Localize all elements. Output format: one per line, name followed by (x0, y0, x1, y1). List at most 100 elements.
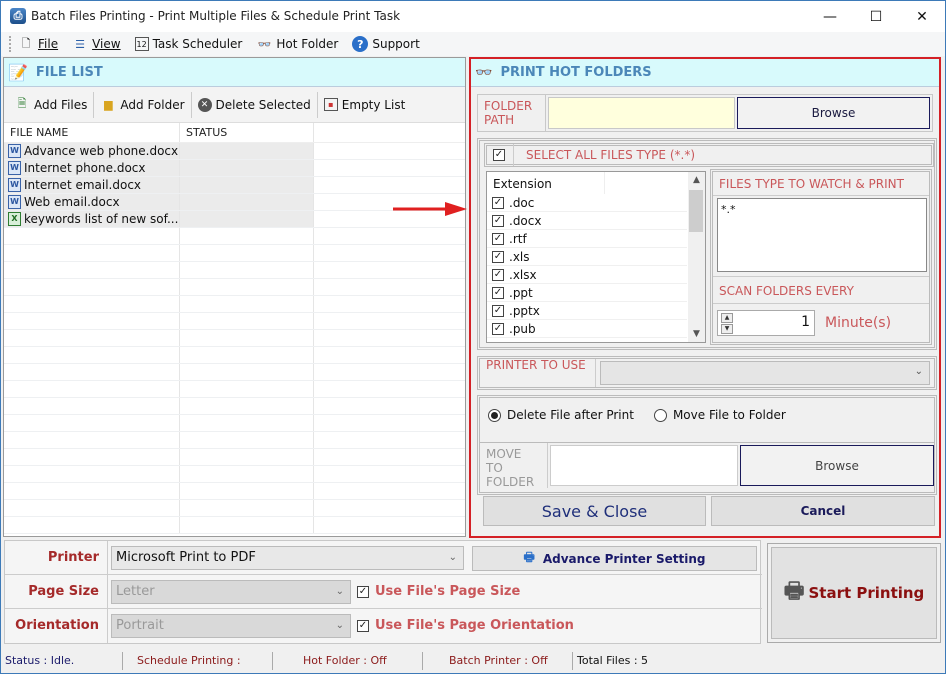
menu-task-scheduler[interactable]: 12 Task Scheduler (134, 37, 242, 51)
empty-list-button[interactable]: ▪ Empty List (318, 92, 412, 118)
menu-file[interactable]: 🗋 File (18, 36, 59, 52)
status-text: Status : Idle. (1, 652, 123, 670)
table-row[interactable]: W Advance web phone.docx (4, 143, 465, 160)
scan-interval-spinner[interactable]: ▲ ▼ 1 (717, 310, 815, 336)
file-status (180, 160, 314, 176)
delete-selected-button[interactable]: ✕ Delete Selected (192, 91, 318, 118)
cancel-button[interactable]: Cancel (711, 496, 935, 526)
extension-item[interactable]: ✓ .ppt (487, 284, 687, 302)
grid-header: FILE NAME STATUS (4, 123, 465, 143)
extension-item[interactable]: ✓ .xlsx (487, 266, 687, 284)
use-file-page-size[interactable]: ✓ Use File's Page Size (357, 584, 520, 599)
page-size-select[interactable]: Letter ⌄ (111, 580, 351, 604)
watch-types-textarea[interactable]: *.* (717, 198, 927, 272)
add-folder-button[interactable]: ▆ Add Folder (94, 91, 192, 118)
advance-printer-setting-button[interactable]: 🖶 Advance Printer Setting (472, 546, 757, 571)
printer-select[interactable]: Microsoft Print to PDF ⌄ (111, 546, 464, 570)
close-button[interactable]: ✕ (899, 1, 945, 32)
scroll-thumb[interactable] (689, 190, 703, 232)
excel-file-icon: X (8, 212, 21, 226)
extension-item[interactable]: ✓ .docx (487, 212, 687, 230)
extension-label: .doc (509, 195, 535, 210)
minimize-button[interactable]: — (807, 1, 853, 32)
start-printing-button[interactable]: 🖶 Start Printing (767, 543, 941, 643)
extension-checkbox[interactable]: ✓ (492, 304, 504, 317)
word-file-icon: W (8, 195, 21, 209)
move-to-folder-radio[interactable] (653, 408, 667, 422)
printer-icon: 🖶 (523, 550, 535, 564)
calendar-icon: 12 (134, 37, 149, 51)
file-list-toolbar: 🗎 Add Files ▆ Add Folder ✕ Delete Select… (4, 87, 465, 123)
move-to-folder-label[interactable]: Move File to Folder (673, 408, 786, 422)
table-row[interactable]: W Internet phone.docx (4, 160, 465, 177)
extension-checkbox[interactable]: ✓ (492, 268, 504, 281)
scroll-up-icon[interactable]: ▲ (688, 172, 705, 188)
delete-after-print-radio[interactable] (488, 408, 501, 422)
chevron-down-icon: ⌄ (914, 366, 923, 377)
move-to-folder-field-label: MOVE TO FOLDER (480, 443, 548, 489)
use-page-size-checkbox[interactable]: ✓ (357, 585, 369, 598)
table-row (4, 313, 465, 330)
table-row (4, 483, 465, 500)
word-file-icon: W (8, 178, 21, 192)
select-all-checkbox[interactable]: ✓ (493, 149, 505, 161)
save-close-button[interactable]: Save & Close (483, 496, 706, 526)
extension-label: .xls (509, 249, 530, 264)
spin-down-icon[interactable]: ▼ (721, 324, 733, 334)
extension-checkbox[interactable]: ✓ (492, 250, 504, 263)
file-grid[interactable]: FILE NAME STATUS W Advance web phone.docx… (4, 123, 465, 534)
extension-scrollbar[interactable]: ▲ ▼ (688, 172, 705, 342)
table-row (4, 296, 465, 313)
extension-checkbox[interactable]: ✓ (492, 196, 504, 209)
delete-after-print-label[interactable]: Delete File after Print (507, 408, 634, 422)
folder-path-input[interactable] (548, 97, 735, 129)
extension-checkbox[interactable]: ✓ (492, 322, 504, 335)
schedule-status: Schedule Printing : Off (123, 652, 273, 674)
menu-view[interactable]: ☰ View (72, 36, 120, 52)
add-files-button[interactable]: 🗎 Add Files (8, 91, 95, 118)
extension-item[interactable]: ✓ .xls (487, 248, 687, 266)
maximize-button[interactable]: ☐ (853, 1, 899, 32)
notepad-icon: 📝 (8, 62, 28, 82)
menu-hot-folder[interactable]: 👓 Hot Folder (256, 36, 339, 52)
use-orientation-checkbox[interactable]: ✓ (357, 619, 369, 632)
spin-up-icon[interactable]: ▲ (721, 313, 733, 323)
table-row (4, 449, 465, 466)
file-list-panel: 📝 FILE LIST 🗎 Add Files ▆ Add Folder ✕ D… (3, 57, 466, 537)
move-to-folder-input[interactable] (550, 445, 738, 486)
table-row (4, 262, 465, 279)
printer-to-use-select[interactable]: ⌄ (600, 361, 930, 385)
printer-gear-icon: 🖶 (783, 579, 805, 604)
table-row (4, 500, 465, 517)
folder-browse-button[interactable]: Browse (737, 97, 930, 129)
extension-checkbox[interactable]: ✓ (492, 214, 504, 227)
delete-icon: ✕ (197, 97, 212, 112)
after-print-options: Delete File after Print Move File to Fol… (477, 395, 937, 495)
glasses-icon: 👓 (475, 64, 493, 81)
file-name: Internet email.docx (24, 178, 142, 192)
app-window: ⎙ Batch Files Printing - Print Multiple … (0, 0, 946, 674)
column-file-name[interactable]: FILE NAME (4, 123, 180, 142)
move-to-folder-row: MOVE TO FOLDER Browse (480, 442, 934, 489)
extension-list[interactable]: Extension ✓ .doc ✓ .docx ✓ .rtf ✓ .xls ✓ .xlsx ✓ .p… (486, 171, 706, 343)
extension-checkbox[interactable]: ✓ (492, 286, 504, 299)
chevron-down-icon: ⌄ (335, 620, 344, 631)
scan-interval-value: 1 (801, 314, 810, 330)
orientation-select[interactable]: Portrait ⌄ (111, 614, 351, 638)
scroll-down-icon[interactable]: ▼ (688, 326, 705, 342)
table-row (4, 415, 465, 432)
file-status (180, 143, 314, 159)
extension-checkbox[interactable]: ✓ (492, 232, 504, 245)
menu-support[interactable]: ? Support (352, 36, 420, 52)
use-file-orientation[interactable]: ✓ Use File's Page Orientation (357, 618, 574, 633)
column-status[interactable]: STATUS (180, 123, 314, 142)
printer-label: Printer (5, 540, 108, 575)
table-row[interactable]: W Internet email.docx (4, 177, 465, 194)
extension-item[interactable]: ✓ .rtf (487, 230, 687, 248)
extension-item[interactable]: ✓ .pptx (487, 302, 687, 320)
scan-folders-title: SCAN FOLDERS EVERY (713, 276, 929, 304)
move-browse-button[interactable]: Browse (740, 445, 934, 486)
extension-item[interactable]: ✓ .doc (487, 194, 687, 212)
page-size-row: Page Size Letter ⌄ ✓ Use File's Page Siz… (5, 574, 762, 609)
extension-item[interactable]: ✓ .pub (487, 320, 687, 338)
